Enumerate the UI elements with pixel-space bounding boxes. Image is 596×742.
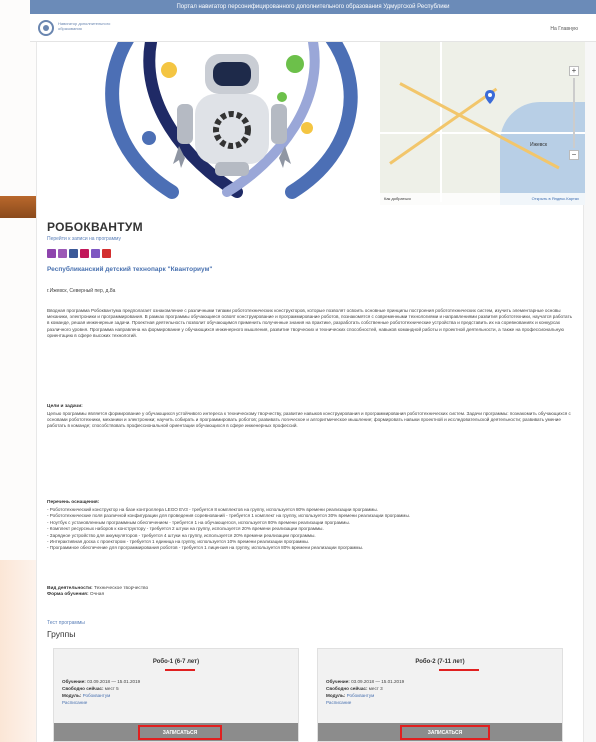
map-city-label: Ижевск: [530, 142, 548, 148]
social-icons: [47, 249, 111, 259]
group-seats: Свободно сейчас: мест 3: [326, 686, 383, 691]
group-schedule: Расписание: [62, 700, 87, 705]
program-card: Ижевск + − Как добраться Открыть в Яндек…: [36, 42, 585, 742]
form-line: Форма обучения: Очная: [47, 592, 104, 597]
module-link[interactable]: Робоквантум: [347, 693, 375, 698]
activity-line: Вид деятельности: Техническое творчество: [47, 586, 148, 591]
enroll-link[interactable]: Перейти к записи на программу: [47, 236, 121, 242]
group-action-bar: ЗАПИСАТЬСЯ: [318, 723, 562, 741]
map-pin-icon[interactable]: [485, 90, 495, 104]
module-link[interactable]: Робоквантум: [83, 693, 111, 698]
group-name-text: Робо-2: [415, 659, 436, 665]
form-label: Форма обучения:: [47, 592, 89, 597]
map-road: [380, 132, 585, 134]
group-action-bar: ЗАПИСАТЬСЯ: [54, 723, 298, 741]
map-footer: Как добраться Открыть в Яндекс.Картах: [380, 193, 585, 205]
activity-value: Техническое творчество: [94, 586, 149, 591]
enroll-button[interactable]: ЗАПИСАТЬСЯ: [138, 725, 222, 740]
group-name: Робо-1 (6-7 лет): [54, 659, 298, 665]
organization-link[interactable]: Республиканский детский технопарк "Квант…: [47, 266, 212, 273]
social-icon-2[interactable]: [58, 249, 67, 258]
period-value: 03.09.2018 — 15.01.2019: [351, 679, 405, 684]
group-module: Модуль: Робоквантум: [326, 693, 374, 698]
seats-label: Свободно сейчас:: [326, 686, 368, 691]
schedule-link[interactable]: Расписание: [326, 700, 351, 705]
map-zoom-out-button[interactable]: −: [569, 150, 579, 160]
group-name-text: Робо-1: [152, 659, 174, 665]
period-label: Обучение:: [326, 679, 350, 684]
map-road: [440, 42, 442, 202]
logo-text: Навигатор дополнительного образования: [58, 21, 111, 31]
group-age: (7-11 лет): [437, 659, 465, 665]
social-icon-4[interactable]: [80, 249, 89, 258]
list-item: - Программное обеспечение для программир…: [47, 545, 364, 551]
logo-icon[interactable]: [38, 20, 54, 36]
page-background-right: [584, 0, 596, 742]
social-icon-3[interactable]: [69, 249, 78, 258]
group-module: Модуль: Робоквантум: [62, 693, 110, 698]
activity-label: Вид деятельности:: [47, 586, 93, 591]
site-header: Навигатор дополнительного образования На…: [30, 14, 596, 42]
map-route-link[interactable]: Как добраться: [384, 196, 411, 201]
address: г.Ижевск, Северный пер, д.8а: [47, 288, 116, 294]
group-age: (6-7 лет): [174, 659, 200, 665]
goals-text: Целью программы является формирование у …: [47, 411, 571, 429]
seats-value: мест 5: [104, 686, 119, 691]
group-schedule: Расписание: [326, 700, 351, 705]
group-seats: Свободно сейчас: мест 5: [62, 686, 119, 691]
period-value: 03.09.2018 — 15.01.2019: [87, 679, 141, 684]
form-value: Очная: [89, 592, 105, 597]
map-zoom-in-button[interactable]: +: [569, 66, 579, 76]
requirements-heading: Перечень оснащения:: [47, 500, 100, 505]
map-open-link[interactable]: Открыть в Яндекс.Картах: [532, 193, 579, 205]
group-card: Робо-2 (7-11 лет) Обучение: 03.09.2018 —…: [317, 648, 563, 742]
goals-heading: Цели и задачи:: [47, 404, 83, 409]
requirements-list: - Робототехнический конструктор на базе …: [47, 507, 575, 552]
page-background-stripe: [0, 196, 36, 218]
enroll-button[interactable]: ЗАПИСАТЬСЯ: [400, 725, 490, 740]
program-test-link[interactable]: Тест программы: [47, 620, 85, 626]
group-name: Робо-2 (7-11 лет): [318, 659, 562, 665]
group-card: Робо-1 (6-7 лет) Обучение: 03.09.2018 — …: [53, 648, 299, 742]
page-background-peach: [0, 560, 36, 742]
module-label: Модуль:: [326, 693, 346, 698]
home-link[interactable]: На Главную: [550, 26, 578, 32]
seats-value: мест 3: [368, 686, 383, 691]
period-label: Обучение:: [62, 679, 86, 684]
top-banner: Портал навигатор персонифицированного до…: [30, 0, 596, 14]
social-icon-5[interactable]: [91, 249, 100, 258]
highlight-underline: [439, 669, 479, 671]
schedule-link[interactable]: Расписание: [62, 700, 87, 705]
program-title: РОБОКВАНТУМ: [47, 220, 143, 234]
group-period: Обучение: 03.09.2018 — 15.01.2019: [62, 679, 140, 684]
highlight-underline: [165, 669, 195, 671]
seats-label: Свободно сейчас:: [62, 686, 104, 691]
location-map[interactable]: Ижевск + − Как добраться Открыть в Яндек…: [380, 42, 585, 205]
groups-heading: Группы: [47, 629, 76, 639]
social-icon-1[interactable]: [47, 249, 56, 258]
group-period: Обучение: 03.09.2018 — 15.01.2019: [326, 679, 404, 684]
map-zoom-slider[interactable]: [573, 78, 575, 148]
social-icon-6[interactable]: [102, 249, 111, 258]
module-label: Модуль:: [62, 693, 82, 698]
robot-illustration: [77, 42, 397, 202]
program-description: Вводная программа Робоквантума предполаг…: [47, 308, 572, 338]
